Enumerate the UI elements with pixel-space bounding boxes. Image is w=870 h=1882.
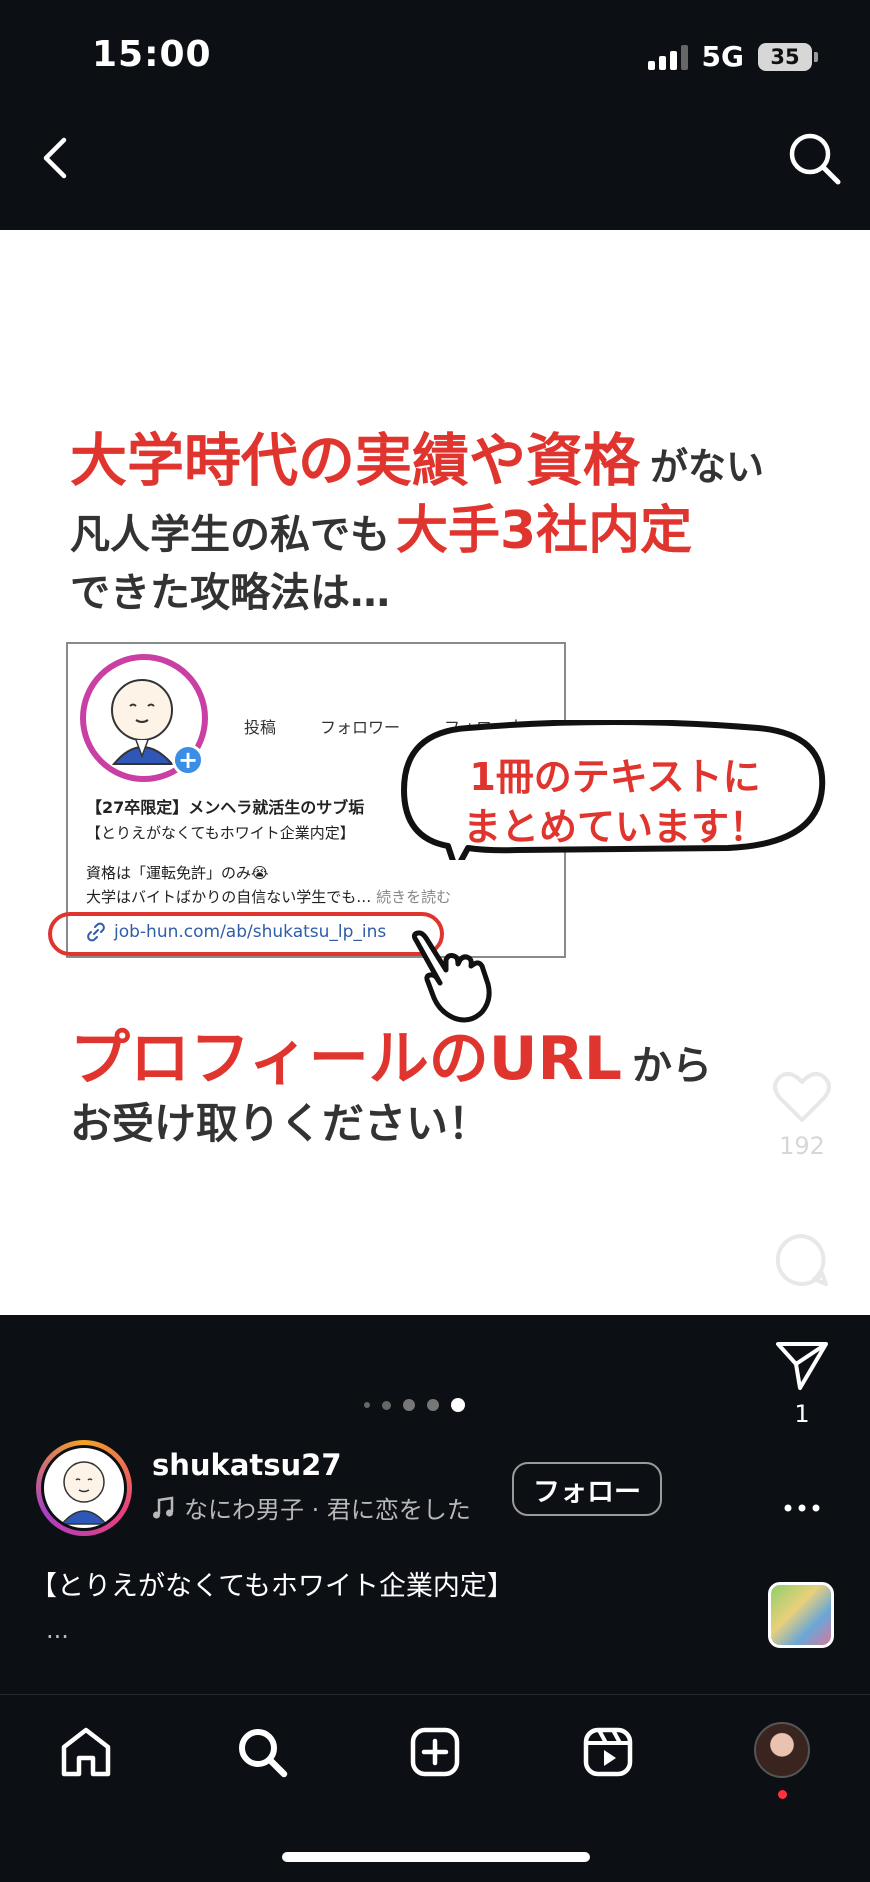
- battery-icon: 35: [758, 42, 818, 71]
- profile-bio-line: 大学はバイトばかりの自信ない学生でも… 続きを読む: [86, 888, 452, 906]
- search-icon: [789, 133, 841, 185]
- carousel-indicator: [364, 1398, 465, 1412]
- search-button[interactable]: [786, 130, 842, 186]
- back-button[interactable]: [32, 132, 76, 184]
- music-thumbnail[interactable]: [768, 1582, 834, 1648]
- nav-profile-avatar[interactable]: [754, 1722, 810, 1778]
- profile-link: job-hun.com/ab/shukatsu_lp_ins: [86, 922, 386, 942]
- like-button[interactable]: 192: [772, 1070, 832, 1160]
- chevron-left-icon: [43, 137, 67, 179]
- headline-line-5: お受け取りください！: [70, 1099, 491, 1148]
- share-count: 1: [794, 1400, 810, 1428]
- search-icon: [239, 1729, 288, 1778]
- post-caption[interactable]: 【とりえがなくてもホワイト企業内定】: [30, 1564, 514, 1603]
- caption-more[interactable]: ...: [46, 1616, 69, 1644]
- instagram-post-screen: 15:00 5G 35 大学時代の実績や資格 がない 凡人学生の私でも 大手3社内定…: [0, 0, 870, 1882]
- follow-button[interactable]: フォロー: [512, 1462, 662, 1516]
- bubble-text: 1冊のテキストに まとめています！: [462, 755, 767, 849]
- battery-level: 35: [758, 42, 812, 71]
- like-count: 192: [779, 1132, 825, 1160]
- headline-line-1: 大学時代の実績や資格 がない: [70, 428, 765, 494]
- music-info[interactable]: なにわ男子 · 君に恋をした: [152, 1490, 471, 1525]
- status-time: 15:00: [92, 34, 212, 75]
- add-story-icon: +: [172, 744, 204, 776]
- more-button[interactable]: [772, 1500, 832, 1516]
- more-icon: [784, 1504, 820, 1512]
- status-icons: 5G 35: [647, 40, 818, 73]
- post-image[interactable]: 大学時代の実績や資格 がない 凡人学生の私でも 大手3社内定 できた攻略法は… + …: [0, 230, 870, 1315]
- music-note-icon: [153, 1496, 174, 1518]
- home-indicator[interactable]: [282, 1852, 590, 1862]
- comment-icon: [775, 1233, 828, 1286]
- nav-create[interactable]: [405, 1722, 465, 1782]
- link-icon: [87, 922, 105, 942]
- share-button[interactable]: 1: [772, 1338, 832, 1428]
- nav-home[interactable]: [56, 1722, 116, 1782]
- notification-dot: [778, 1790, 787, 1799]
- send-icon: [776, 1342, 828, 1390]
- reels-icon: [583, 1727, 633, 1777]
- profile-bio-line: 資格は「運転免許」のみ😭: [86, 864, 269, 882]
- nav-reels[interactable]: [578, 1722, 638, 1782]
- author-username[interactable]: shukatsu27: [152, 1448, 342, 1482]
- comment-button[interactable]: [772, 1232, 832, 1288]
- nav-divider: [0, 1694, 870, 1695]
- home-icon: [61, 1727, 111, 1777]
- headline-line-4: プロフィールのURL から: [70, 1024, 712, 1094]
- profile-bio-line: 【とりえがなくてもホワイト企業内定】: [86, 824, 355, 842]
- signal-icon: [647, 44, 688, 70]
- network-label: 5G: [701, 40, 744, 73]
- heart-icon: [773, 1071, 831, 1122]
- profile-name: 【27卒限定】メンヘラ就活生のサブ垢: [86, 798, 365, 817]
- headline-line-2: 凡人学生の私でも 大手3社内定: [70, 501, 693, 561]
- headline-line-3: できた攻略法は…: [70, 570, 390, 616]
- author-avatar[interactable]: [36, 1440, 132, 1536]
- nav-search[interactable]: [232, 1722, 292, 1782]
- plus-square-icon: [410, 1727, 460, 1777]
